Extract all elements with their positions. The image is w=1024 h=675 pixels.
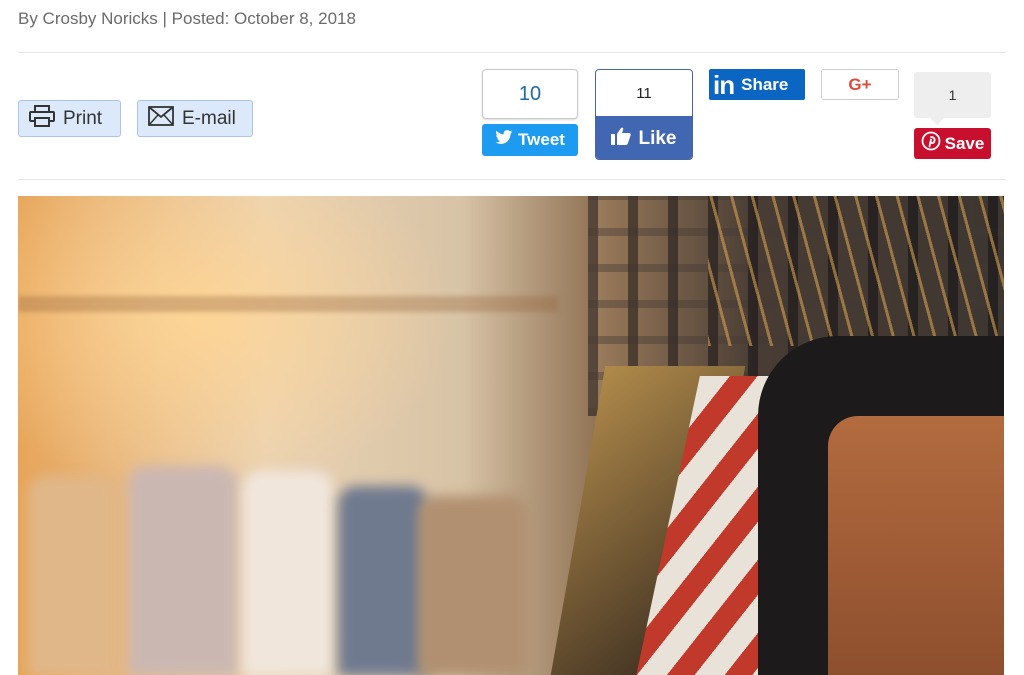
like-count: 11 bbox=[636, 84, 652, 102]
print-label: Print bbox=[63, 107, 103, 129]
article-hero-image bbox=[18, 196, 1004, 675]
pinterest-save-label: Save bbox=[944, 133, 985, 153]
divider bbox=[18, 52, 1006, 53]
email-label: E-mail bbox=[182, 107, 236, 129]
print-button[interactable]: Print bbox=[18, 100, 121, 137]
like-label: Like bbox=[638, 127, 677, 149]
linkedin-share-button[interactable]: in Share bbox=[709, 69, 805, 100]
googleplus-button[interactable]: G+ bbox=[821, 69, 899, 100]
envelope-icon bbox=[148, 105, 182, 132]
pinterest-icon bbox=[921, 131, 945, 156]
divider bbox=[18, 179, 1006, 180]
pinterest-save-button[interactable]: Save bbox=[914, 128, 991, 159]
tweet-button[interactable]: Tweet bbox=[482, 124, 578, 156]
printer-icon bbox=[29, 104, 63, 133]
email-button[interactable]: E-mail bbox=[137, 100, 253, 137]
byline: By Crosby Noricks | Posted: October 8, 2… bbox=[18, 9, 356, 28]
linkedin-icon: in bbox=[713, 69, 735, 100]
pin-count: 1 bbox=[914, 72, 991, 118]
thumbs-up-icon bbox=[611, 127, 638, 151]
pin-count-pointer bbox=[930, 118, 944, 125]
tweet-count: 10 bbox=[482, 69, 578, 119]
twitter-bird-icon bbox=[495, 130, 518, 150]
tweet-label: Tweet bbox=[518, 130, 565, 149]
like-button[interactable]: Like bbox=[596, 116, 692, 159]
linkedin-share-label: Share bbox=[741, 74, 789, 94]
facebook-like-widget: 11 Like bbox=[595, 69, 693, 160]
